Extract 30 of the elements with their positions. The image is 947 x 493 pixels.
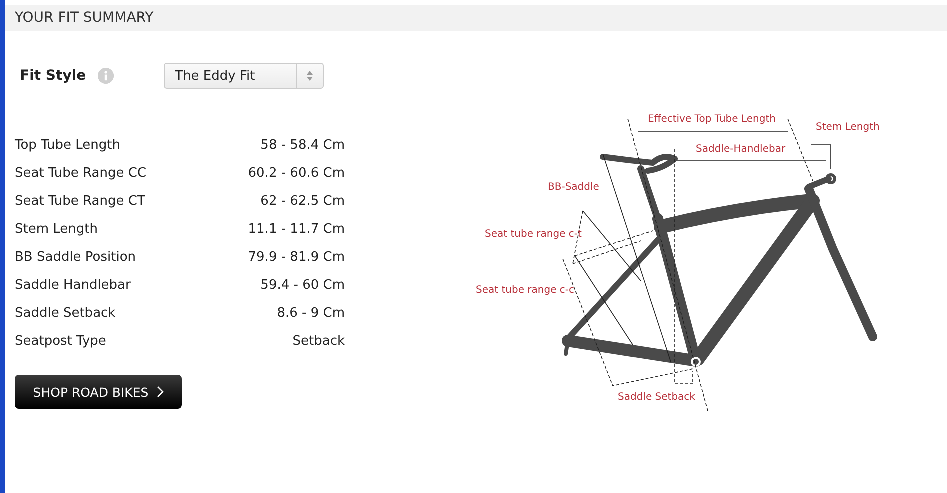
- chevron-right-icon: [156, 386, 164, 398]
- diagram-label: Seat tube range c-t: [485, 229, 582, 240]
- diagram-label: Saddle Setback: [618, 392, 696, 403]
- fit-style-select[interactable]: The Eddy Fit: [164, 63, 324, 89]
- section-title: YOUR FIT SUMMARY: [15, 10, 154, 26]
- measurement-name: Seat Tube Range CC: [15, 166, 147, 180]
- diagram-label: Effective Top Tube Length: [648, 114, 776, 125]
- diagram-label: Seat tube range c-c: [476, 285, 575, 296]
- measurement-value: 8.6 - 9 Cm: [277, 306, 345, 320]
- measurement-name: Saddle Setback: [15, 306, 116, 320]
- measurement-value: 11.1 - 11.7 Cm: [248, 222, 345, 236]
- measurement-value: 59.4 - 60 Cm: [260, 278, 345, 292]
- diagram-label: BB-Saddle: [548, 182, 600, 193]
- field-label: Fit Style: [20, 68, 86, 84]
- measurement-name: Seat Tube Range CT: [15, 194, 146, 208]
- measurement-name: Seatpost Type: [15, 334, 106, 348]
- updown-icon: [306, 70, 314, 82]
- measurement-name: Stem Length: [15, 222, 98, 236]
- measurement-name: BB Saddle Position: [15, 250, 136, 264]
- info-icon[interactable]: [98, 68, 114, 84]
- measurement-value: 60.2 - 60.6 Cm: [248, 166, 345, 180]
- measurement-value: 62 - 62.5 Cm: [260, 194, 345, 208]
- measurement-name: Saddle Handlebar: [15, 278, 131, 292]
- shop-button[interactable]: SHOP ROAD BIKES: [15, 375, 182, 409]
- measurement-value: 58 - 58.4 Cm: [260, 138, 345, 152]
- measurement-name: Top Tube Length: [15, 138, 120, 152]
- diagram-label: Saddle-Handlebar: [696, 144, 786, 155]
- diagram-label: Stem Length: [816, 122, 880, 133]
- measurement-value: 79.9 - 81.9 Cm: [248, 250, 345, 264]
- measurement-value: Setback: [292, 334, 345, 348]
